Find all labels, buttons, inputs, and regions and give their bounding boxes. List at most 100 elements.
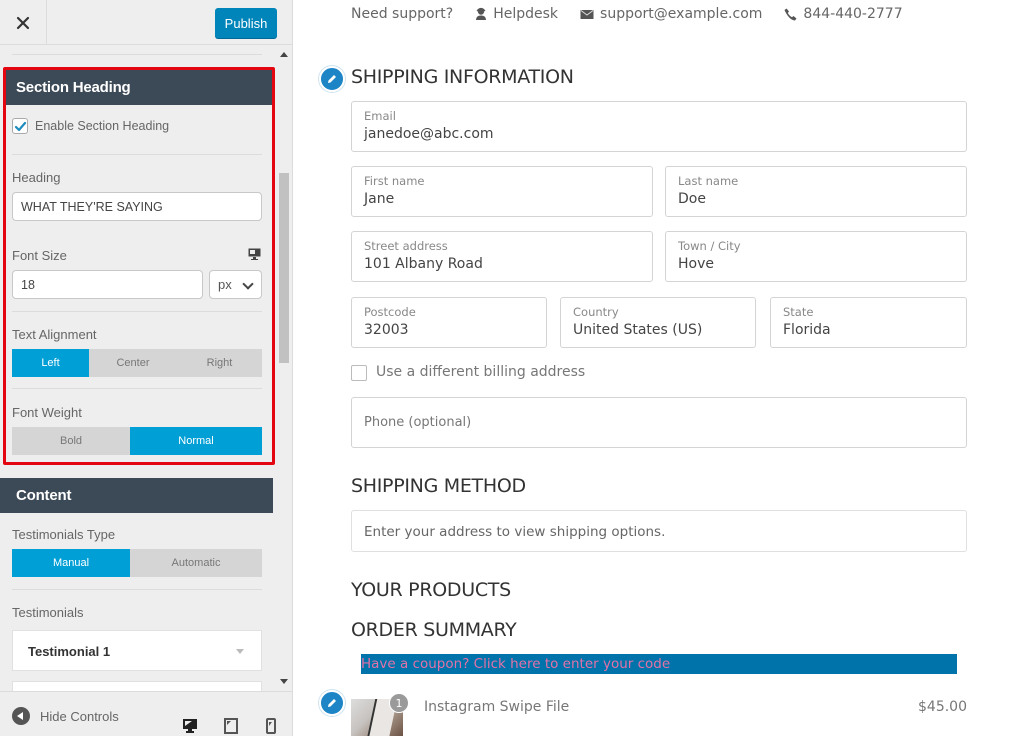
- state-field-label: State: [783, 305, 814, 319]
- testimonial-item[interactable]: Testimonial 1: [12, 630, 262, 671]
- last-name-field[interactable]: Last name Doe: [665, 166, 967, 217]
- tablet-preview-icon[interactable]: [223, 718, 239, 734]
- font-weight-bold-option[interactable]: Bold: [12, 427, 130, 455]
- first-name-field-label: First name: [364, 174, 425, 188]
- postcode-field-label: Postcode: [364, 305, 416, 319]
- product-name: Instagram Swipe File: [424, 699, 570, 715]
- support-phone: 844-440-2777: [803, 6, 903, 22]
- pencil-icon: [328, 75, 336, 83]
- collapse-arrow-icon: [12, 707, 30, 725]
- email-field-label: Email: [364, 109, 396, 123]
- testimonial-item-title: Testimonial 1: [28, 644, 111, 659]
- divider: [12, 589, 262, 590]
- edit-section-button[interactable]: [319, 66, 345, 92]
- street-address-field-label: Street address: [364, 239, 448, 253]
- font-weight-control: Bold Normal: [12, 427, 262, 455]
- testimonials-type-control: Manual Automatic: [12, 549, 262, 577]
- chevron-down-icon: [242, 278, 254, 290]
- support-phone-link[interactable]: 844-440-2777: [784, 6, 903, 22]
- helpdesk-agent-icon: [476, 7, 487, 20]
- order-summary-title: ORDER SUMMARY: [351, 619, 517, 641]
- street-address-field[interactable]: Street address 101 Albany Road: [351, 231, 653, 282]
- country-field[interactable]: Country United States (US): [560, 297, 756, 348]
- city-field-value: Hove: [678, 256, 714, 272]
- street-address-field-value: 101 Albany Road: [364, 256, 483, 272]
- helpdesk-link[interactable]: Helpdesk: [475, 6, 558, 22]
- customizer-header: Publish: [0, 0, 292, 45]
- text-alignment-label: Text Alignment: [12, 327, 97, 342]
- align-right-option[interactable]: Right: [177, 349, 262, 377]
- state-field-value: Florida: [783, 322, 831, 338]
- desktop-preview-icon[interactable]: [182, 718, 198, 734]
- your-products-title: YOUR PRODUCTS: [351, 579, 511, 601]
- font-size-label: Font Size: [12, 248, 67, 263]
- font-size-unit-value: px: [218, 277, 232, 292]
- publish-button[interactable]: Publish: [215, 8, 277, 38]
- checkmark-icon: [14, 121, 27, 132]
- support-bar: Need support? Helpdesk support@example.c…: [351, 6, 925, 22]
- different-billing-label: Use a different billing address: [376, 364, 586, 380]
- postcode-field[interactable]: Postcode 32003: [351, 297, 547, 348]
- phone-field[interactable]: Phone (optional): [351, 397, 967, 448]
- content-panel-title: Content: [0, 478, 273, 513]
- scroll-down-arrow-icon[interactable]: [280, 679, 288, 684]
- email-field[interactable]: Email janedoe@abc.com: [351, 101, 967, 152]
- support-email: support@example.com: [600, 6, 763, 22]
- helpdesk-label: Helpdesk: [493, 6, 559, 22]
- font-size-input-value: 18: [21, 277, 35, 292]
- divider: [12, 54, 262, 55]
- city-field-label: Town / City: [678, 239, 741, 253]
- font-weight-label: Font Weight: [12, 405, 82, 420]
- mobile-preview-icon[interactable]: [263, 718, 279, 734]
- expand-arrow-icon: [236, 649, 244, 654]
- coupon-link[interactable]: Have a coupon? Click here to enter your …: [361, 654, 957, 674]
- product-price: $45.00: [918, 699, 967, 715]
- hide-controls-label: Hide Controls: [40, 708, 119, 724]
- testimonials-type-label: Testimonials Type: [12, 527, 116, 542]
- enable-section-heading-checkbox[interactable]: [12, 118, 28, 134]
- divider: [12, 154, 262, 155]
- site-preview: Need support? Helpdesk support@example.c…: [294, 0, 1024, 736]
- hide-controls-button[interactable]: Hide Controls: [12, 707, 119, 725]
- phone-field-placeholder: Phone (optional): [364, 415, 472, 430]
- edit-section-button[interactable]: [319, 690, 345, 716]
- country-field-value: United States (US): [573, 322, 703, 338]
- shipping-options-box: Enter your address to view shipping opti…: [351, 510, 967, 552]
- heading-input-value: WHAT THEY'RE SAYING: [21, 199, 163, 214]
- close-customizer-button[interactable]: [0, 0, 47, 45]
- shipping-information-title: SHIPPING INFORMATION: [351, 66, 574, 88]
- divider: [12, 311, 262, 312]
- customizer-footer: Hide Controls: [0, 691, 292, 736]
- envelope-icon: [580, 9, 594, 19]
- controls-scrollbar[interactable]: [277, 46, 292, 691]
- support-email-link[interactable]: support@example.com: [580, 6, 762, 22]
- font-size-unit-select[interactable]: px: [209, 270, 262, 299]
- support-prompt: Need support?: [351, 6, 454, 22]
- testimonials-automatic-option[interactable]: Automatic: [130, 549, 262, 577]
- testimonials-manual-option[interactable]: Manual: [12, 549, 130, 577]
- enable-section-heading-label: Enable Section Heading: [35, 119, 170, 133]
- heading-input[interactable]: WHAT THEY'RE SAYING: [12, 192, 262, 221]
- postcode-field-value: 32003: [364, 322, 409, 338]
- font-size-input[interactable]: 18: [12, 270, 203, 299]
- section-heading-panel-title: Section Heading: [4, 70, 273, 105]
- first-name-field[interactable]: First name Jane: [351, 166, 653, 217]
- scroll-up-arrow-icon[interactable]: [280, 52, 288, 57]
- scrollbar-thumb[interactable]: [279, 172, 289, 364]
- quantity-badge: 1: [389, 693, 409, 713]
- city-field[interactable]: Town / City Hove: [665, 231, 967, 282]
- heading-label: Heading: [12, 170, 61, 185]
- font-weight-normal-option[interactable]: Normal: [130, 427, 262, 455]
- state-field[interactable]: State Florida: [770, 297, 967, 348]
- shipping-method-title: SHIPPING METHOD: [351, 475, 526, 497]
- align-center-option[interactable]: Center: [89, 349, 177, 377]
- shipping-options-message: Enter your address to view shipping opti…: [364, 524, 666, 540]
- customizer-sidebar: Publish Section Heading Enable Section H…: [0, 0, 293, 736]
- country-field-label: Country: [573, 305, 619, 319]
- testimonials-label: Testimonials: [12, 605, 84, 620]
- desktop-icon[interactable]: [248, 248, 261, 260]
- different-billing-checkbox[interactable]: [351, 365, 367, 381]
- align-left-option[interactable]: Left: [12, 349, 89, 377]
- first-name-field-value: Jane: [364, 191, 395, 207]
- close-icon: [16, 16, 30, 29]
